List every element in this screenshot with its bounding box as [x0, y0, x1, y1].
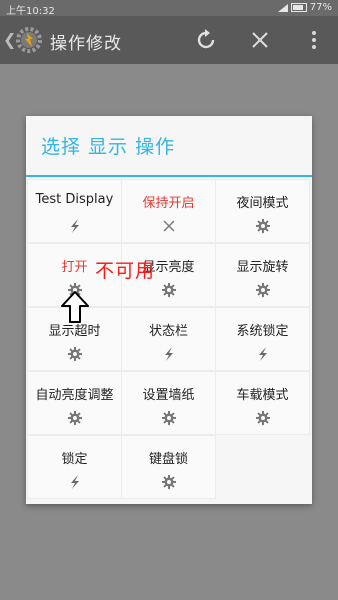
gear-icon	[67, 346, 83, 362]
action-item-label: 锁定	[61, 452, 88, 467]
action-item-7[interactable]: 状态栏	[122, 308, 215, 370]
tasker-logo-icon[interactable]	[14, 25, 44, 55]
action-item-5[interactable]: 显示旋转	[216, 244, 309, 306]
gear-icon	[255, 218, 271, 234]
action-item-label: 夜间模式	[236, 196, 289, 211]
action-item-1[interactable]: 保持开启	[122, 180, 215, 242]
refresh-icon[interactable]	[192, 26, 220, 54]
signal-icon	[277, 3, 288, 12]
battery-icon	[290, 3, 307, 12]
action-item-label: 显示旋转	[236, 260, 289, 275]
action-item-label: 系统锁定	[236, 324, 289, 339]
dialog-title: 选择 显示 操作	[41, 136, 176, 158]
empty-grid-cell	[216, 436, 309, 498]
action-item-label: 自动亮度调整	[35, 388, 114, 403]
dialog-divider	[26, 175, 312, 177]
gear-icon	[161, 410, 177, 426]
action-grid: Test Display 保持开启 夜间模式 打开 显示亮度 显示旋转 显示超时 状态栏 系统锁…	[28, 180, 310, 498]
unavailable-annotation: 不可用	[95, 260, 156, 282]
gear-icon	[67, 410, 83, 426]
arrow-up-icon	[61, 291, 89, 323]
action-item-label: 设置墙纸	[142, 388, 195, 403]
bolt-icon	[255, 346, 271, 362]
action-bar: ❮ 操作修改	[0, 16, 338, 64]
x-icon	[161, 218, 177, 234]
bolt-icon	[161, 346, 177, 362]
bolt-icon	[67, 218, 83, 234]
more-vert-icon[interactable]	[300, 26, 328, 54]
battery-percent: 77%	[309, 2, 332, 13]
action-item-label: 车载模式	[236, 388, 289, 403]
action-item-8[interactable]: 系统锁定	[216, 308, 309, 370]
action-item-9[interactable]: 自动亮度调整	[28, 372, 121, 434]
gear-icon	[255, 410, 271, 426]
close-icon[interactable]	[246, 26, 274, 54]
action-item-11[interactable]: 车载模式	[216, 372, 309, 434]
bolt-icon	[67, 474, 83, 490]
action-item-label: 状态栏	[148, 324, 188, 339]
action-item-label: Test Display	[35, 192, 114, 207]
action-item-label: 保持开启	[142, 196, 195, 211]
status-time: 上午10:32	[6, 6, 55, 17]
status-right: 77%	[277, 2, 332, 13]
page-title: 操作修改	[50, 34, 122, 54]
gear-icon	[161, 474, 177, 490]
action-item-12[interactable]: 锁定	[28, 436, 121, 498]
gear-icon	[161, 282, 177, 298]
action-item-2[interactable]: 夜间模式	[216, 180, 309, 242]
status-bar: 上午10:32 77%	[0, 0, 338, 17]
action-item-0[interactable]: Test Display	[28, 180, 121, 242]
action-item-10[interactable]: 设置墙纸	[122, 372, 215, 434]
gear-icon	[255, 282, 271, 298]
action-item-13[interactable]: 键盘锁	[122, 436, 215, 498]
action-item-label: 键盘锁	[148, 452, 188, 467]
